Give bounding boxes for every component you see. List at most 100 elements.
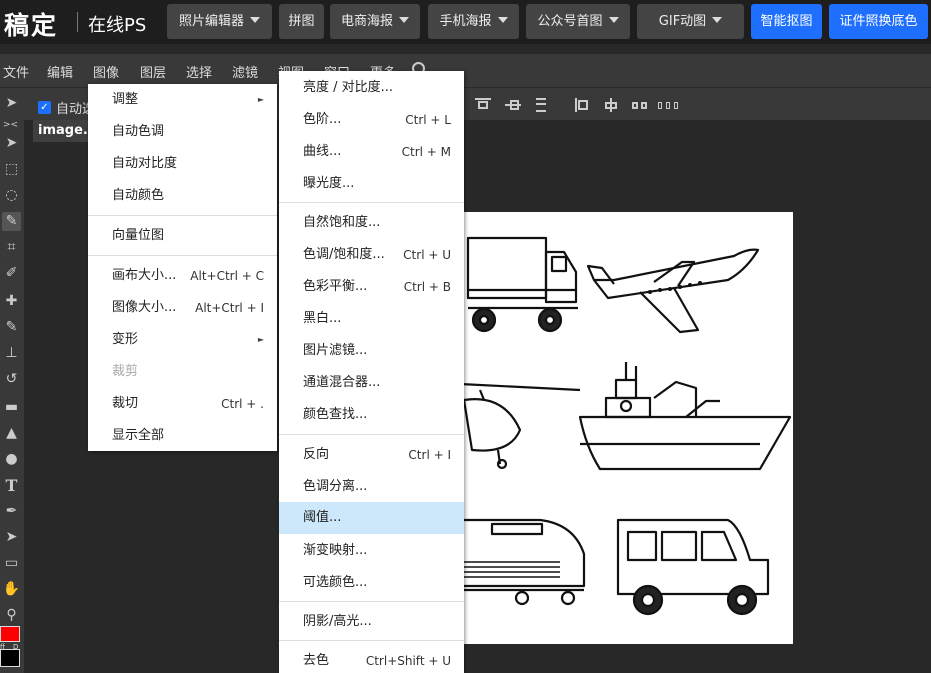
menu-item-trim[interactable]: 裁切 Ctrl + . [88,388,277,420]
smart-cutout-button[interactable]: 智能抠图 [751,4,822,39]
align-bottom-icon[interactable] [533,98,549,112]
menu-filter[interactable]: 滤镜 [232,62,258,81]
menu-item-photo-filter[interactable]: 图片滤镜... [279,335,464,367]
move-tool-icon[interactable]: ➤ [2,134,21,153]
menu-item-color-lookup[interactable]: 颜色查找... [279,399,464,431]
menu-image[interactable]: 图像 [93,62,119,81]
lasso-tool-icon[interactable]: ◌ [2,186,21,205]
path-select-tool-icon[interactable]: ➤ [2,528,21,547]
menu-item-posterize[interactable]: 色调分离... [279,471,464,503]
menu-item-hue-saturation[interactable]: 色调/饱和度... Ctrl + U [279,239,464,271]
align-right-icon[interactable] [632,98,648,112]
menu-item-curves[interactable]: 曲线... Ctrl + M [279,136,464,168]
shape-tool-icon[interactable]: ▭ [2,554,21,573]
menu-item-vector-bitmap[interactable]: 向量位图 [88,220,277,252]
menu-item-adjust[interactable]: 调整 ► [88,84,277,116]
menu-layer[interactable]: 图层 [140,62,166,81]
chevron-down-icon [399,17,409,23]
nav-label: 智能抠图 [760,14,813,29]
document-canvas-image[interactable] [440,212,793,644]
menu-item-shortcut: Ctrl + U [403,248,451,262]
marquee-tool-icon[interactable]: ⬚ [2,160,21,179]
menu-divider [279,640,464,641]
nav-ecommerce-poster[interactable]: 电商海报 [330,4,420,39]
align-center-icon[interactable] [603,98,619,112]
history-brush-tool-icon[interactable]: ↺ [2,370,21,389]
menu-item-threshold[interactable]: 阈值... [279,502,464,534]
menu-item-label: 自动颜色 [112,188,165,203]
nav-mobile-poster[interactable]: 手机海报 [428,4,519,39]
menu-edit[interactable]: 编辑 [47,62,73,81]
pen-tool-icon[interactable]: ✒ [2,502,21,521]
distribute-icon[interactable] [658,98,680,112]
crop-tool-icon[interactable]: ⌗ [2,238,21,257]
healing-tool-icon[interactable]: ✚ [2,292,21,311]
menu-item-auto-color[interactable]: 自动颜色 [88,180,277,212]
align-top-icon[interactable] [475,98,491,112]
menu-item-invert[interactable]: 反向 Ctrl + I [279,439,464,471]
menu-item-black-white[interactable]: 黑白... [279,303,464,335]
menu-item-levels[interactable]: 色阶... Ctrl + L [279,104,464,136]
submenu-arrow-icon: ► [257,335,264,344]
id-photo-background-button[interactable]: 证件照换底色 [829,4,928,39]
stamp-tool-icon[interactable]: ⊥ [2,344,21,363]
menu-divider [279,434,464,435]
nav-gif[interactable]: GIF动图 [637,4,744,39]
brand-logo[interactable]: 稿定 [4,6,58,42]
foreground-color-swatch[interactable] [0,626,20,642]
type-tool-icon[interactable]: T [2,476,21,495]
background-color-swatch[interactable] [0,649,20,667]
menu-item-channel-mixer[interactable]: 通道混合器... [279,367,464,399]
zoom-tool-icon[interactable]: ⚲ [2,606,21,625]
menu-file[interactable]: 文件 [3,62,29,81]
nav-label: 照片编辑器 [178,14,244,29]
chevron-down-icon [608,17,619,23]
menu-item-gradient-map[interactable]: 渐变映射... [279,535,464,567]
quick-select-tool-icon[interactable]: ✎ [2,212,21,231]
menu-item-selective-color[interactable]: 可选颜色... [279,567,464,599]
image-menu-dropdown: 调整 ► 自动色调 自动对比度 自动颜色 向量位图 画布大小... Alt+Ctrl… [88,84,277,451]
brush-tool-icon[interactable]: ✎ [2,318,21,337]
menu-item-color-balance[interactable]: 色彩平衡... Ctrl + B [279,271,464,303]
menu-item-exposure[interactable]: 曝光度... [279,168,464,200]
menu-item-label: 向量位图 [112,228,165,243]
menu-item-label: 色彩平衡... [303,279,368,294]
auto-select-checkbox[interactable]: ✓ [38,101,51,114]
menu-item-brightness-contrast[interactable]: 亮度 / 对比度... [279,72,464,104]
menu-item-vibrance[interactable]: 自然饱和度... [279,207,464,239]
dodge-tool-icon[interactable]: ● [2,450,21,469]
menu-item-label: 色调/饱和度... [303,247,385,262]
eyedropper-tool-icon[interactable]: ✐ [2,264,21,283]
menu-item-label: 去色 [303,653,330,668]
nav-collage[interactable]: 拼图 [279,4,324,39]
menu-item-label: 阴影/高光... [303,614,372,629]
menu-item-image-size[interactable]: 图像大小... Alt+Ctrl + I [88,292,277,324]
menu-select[interactable]: 选择 [186,62,212,81]
menu-item-label: 曝光度... [303,176,355,191]
nav-label: 证件照换底色 [839,14,918,29]
align-middle-icon[interactable] [505,98,521,112]
menu-item-crop: 裁剪 [88,356,277,388]
menu-item-label: 显示全部 [112,428,165,443]
menu-item-shadows-highlights[interactable]: 阴影/高光... [279,606,464,638]
menu-item-auto-tone[interactable]: 自动色调 [88,116,277,148]
menu-item-shortcut: Ctrl+Shift + U [365,654,451,668]
menu-item-auto-contrast[interactable]: 自动对比度 [88,148,277,180]
expand-toolbar-icon[interactable]: >< [3,120,18,130]
blur-tool-icon[interactable]: ▲ [2,424,21,443]
hand-tool-icon[interactable]: ✋ [2,580,21,599]
nav-photo-editor[interactable]: 照片编辑器 [167,4,272,39]
tools-panel: >< ➤ ⬚ ◌ ✎ ⌗ ✐ ✚ ✎ ⊥ ↺ ▬ ▲ ● T ✒ ➤ ▭ ✋ ⚲ [0,120,24,673]
menu-item-label: 颜色查找... [303,407,368,422]
ship-drawing [578,362,792,471]
align-left-icon[interactable] [575,98,591,112]
menu-item-canvas-size[interactable]: 画布大小... Alt+Ctrl + C [88,260,277,292]
menu-item-reveal-all[interactable]: 显示全部 [88,420,277,452]
menu-item-desaturate[interactable]: 去色 Ctrl+Shift + U [279,645,464,673]
menu-item-transform[interactable]: 变形 ► [88,324,277,356]
menu-item-label: 色调分离... [303,479,368,494]
nav-label: 手机海报 [439,14,492,29]
nav-wechat-cover[interactable]: 公众号首图 [526,4,630,39]
gradient-tool-icon[interactable]: ▬ [2,398,21,417]
menu-item-shortcut: Ctrl + L [405,113,451,127]
